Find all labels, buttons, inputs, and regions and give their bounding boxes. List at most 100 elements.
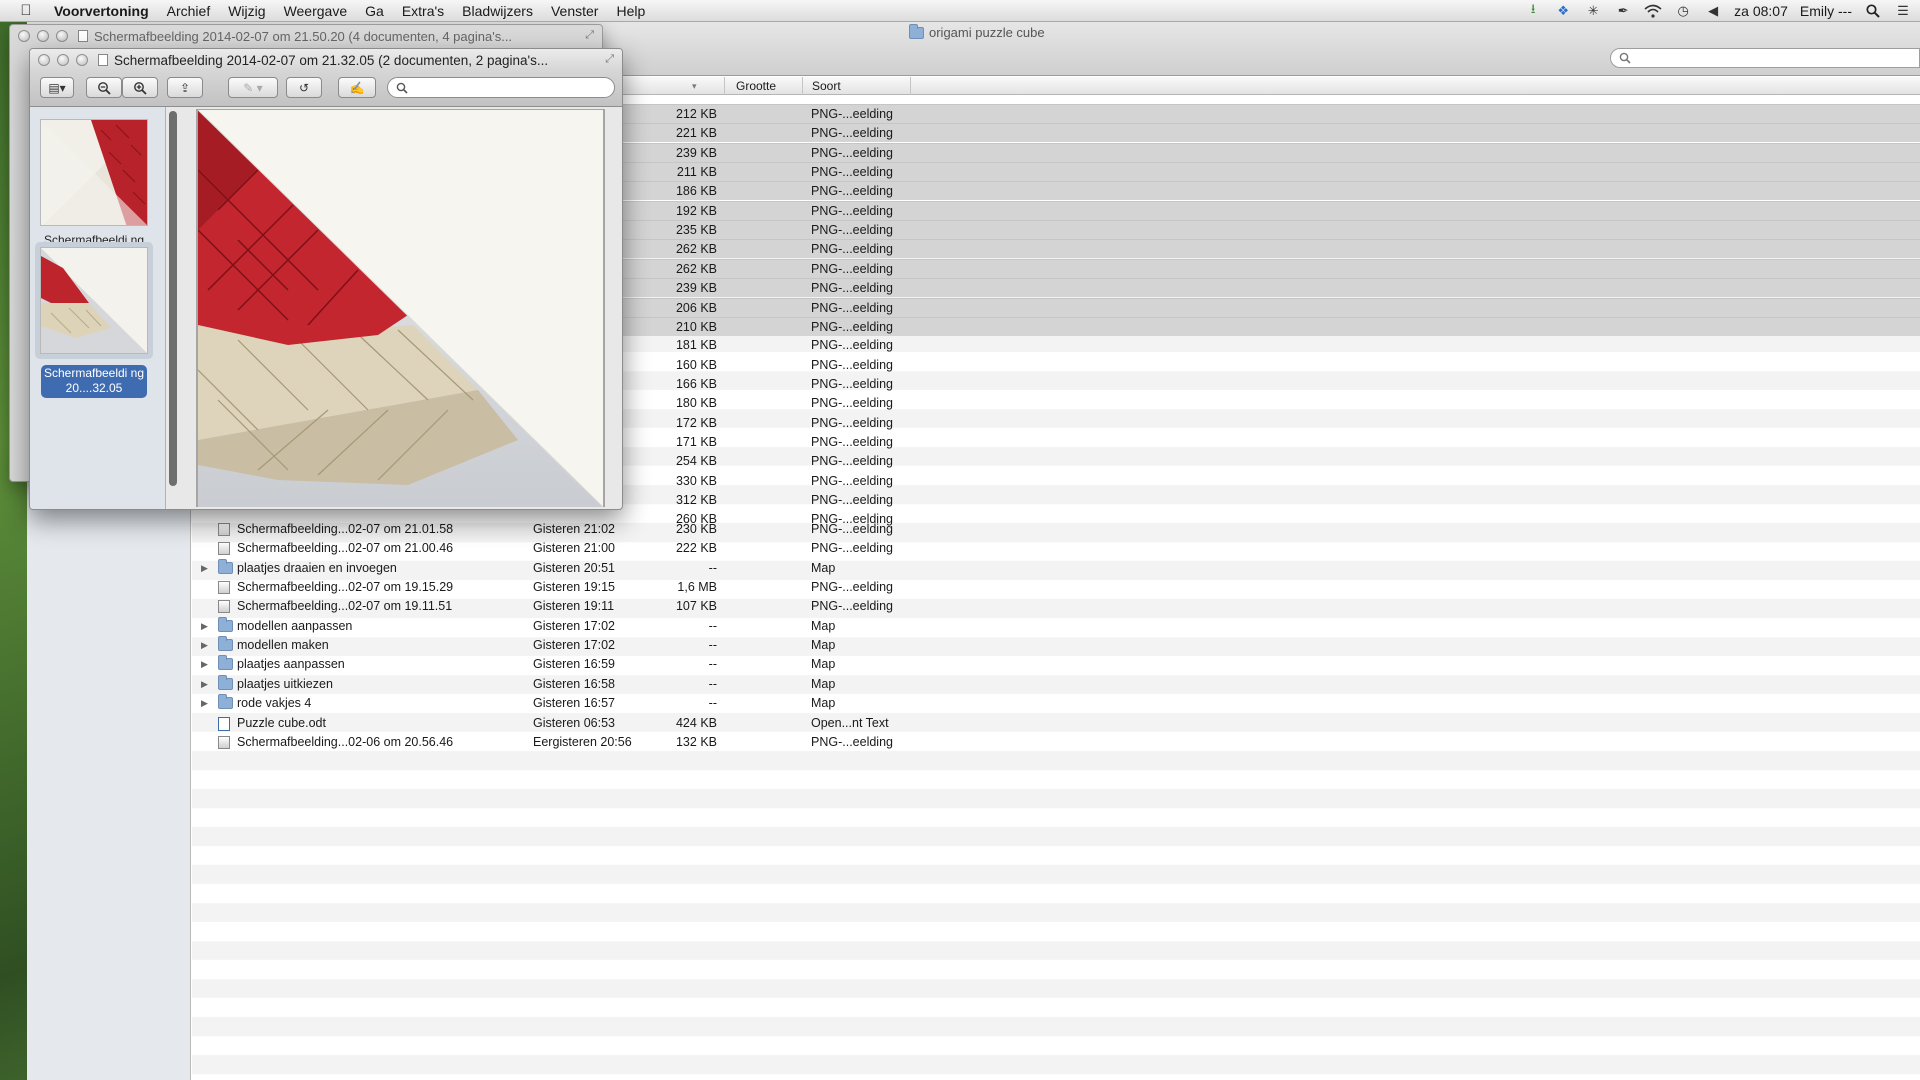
- image-file-icon: [218, 735, 230, 749]
- download-status-icon[interactable]: ⭳: [1524, 1, 1542, 19]
- menu-app[interactable]: Voorvertoning: [52, 3, 158, 19]
- file-row[interactable]: Schermafbeelding...02-07 om 21.01.58 Gist…: [192, 520, 1920, 539]
- thumbnail-2-label[interactable]: Schermafbeeldi ng 20....32.05: [41, 365, 147, 398]
- disclosure-triangle-icon[interactable]: ▶: [201, 679, 208, 690]
- file-name: Schermafbeelding...02-07 om 21.00.46: [237, 541, 454, 556]
- file-name: Schermafbeelding...02-07 om 21.01.58: [237, 522, 454, 536]
- fullscreen-icon[interactable]: ⤢: [605, 53, 614, 66]
- image-file-icon: [218, 523, 230, 536]
- share-button[interactable]: ⇪: [167, 77, 203, 98]
- zoom-out-icon: [98, 81, 111, 95]
- file-kind: PNG-...eelding: [811, 580, 893, 595]
- menubar-clock[interactable]: za 08:07: [1734, 3, 1788, 19]
- file-name: rode vakjes 4: [237, 696, 312, 711]
- document-icon: [218, 716, 230, 731]
- zoom-in-button[interactable]: [122, 77, 158, 98]
- close-button[interactable]: [18, 30, 30, 42]
- edit-icon: ✍: [349, 80, 365, 95]
- bluetooth-icon[interactable]: ✳: [1584, 3, 1602, 19]
- spotlight-search-icon[interactable]: [1864, 3, 1882, 19]
- menu-ga[interactable]: Ga: [356, 3, 393, 19]
- preview-front-titlebar[interactable]: Schermafbeelding 2014-02-07 om 21.32.05 …: [30, 49, 622, 71]
- rotate-button[interactable]: ↺: [286, 77, 322, 98]
- zoom-in-icon: [134, 81, 147, 95]
- close-button[interactable]: [38, 54, 50, 66]
- preview-front-title: Schermafbeelding 2014-02-07 om 21.32.05 …: [114, 52, 549, 68]
- file-row[interactable]: Schermafbeelding...02-06 om 20.56.46 Eerg…: [192, 733, 1920, 752]
- menu-bar:  Voorvertoning Archief Wijzig Weergave …: [0, 0, 1920, 22]
- disclosure-triangle-icon[interactable]: ▶: [201, 640, 208, 651]
- fullscreen-icon[interactable]: ⤢: [585, 29, 594, 42]
- file-row[interactable]: Schermafbeelding...02-07 om 19.15.29 Gist…: [192, 578, 1920, 597]
- file-row[interactable]: Puzzle cube.odt Gisteren 06:53 424 KB Open.…: [192, 714, 1920, 733]
- pin-icon[interactable]: ✒: [1614, 3, 1632, 19]
- menu-venster[interactable]: Venster: [542, 3, 607, 19]
- file-kind: PNG-...eelding: [811, 376, 893, 391]
- preview-back-titlebar[interactable]: Schermafbeelding 2014-02-07 om 21.50.20 …: [10, 25, 602, 47]
- file-kind: PNG-...eelding: [811, 454, 893, 469]
- file-kind: PNG-...eelding: [811, 203, 893, 218]
- menu-extras[interactable]: Extra's: [393, 3, 453, 19]
- file-kind: PNG-...eelding: [811, 126, 893, 141]
- menu-bladwijzers[interactable]: Bladwijzers: [453, 3, 542, 19]
- folder-row[interactable]: ▶ plaatjes aanpassen Gisteren 16:59 -- Map: [192, 655, 1920, 674]
- markup-pen-button[interactable]: ✎ ▾: [228, 77, 278, 98]
- file-kind: PNG-...eelding: [811, 338, 893, 353]
- sidebar-view-icon: ▤▾: [48, 80, 66, 95]
- zoom-out-button[interactable]: [86, 77, 122, 98]
- image-file-icon: [218, 581, 230, 595]
- thumbnail-2[interactable]: [40, 247, 148, 354]
- dropbox-icon[interactable]: ❖: [1554, 3, 1572, 19]
- zoom-button[interactable]: [56, 30, 68, 42]
- sidebar-view-button[interactable]: ▤▾: [40, 77, 74, 98]
- disclosure-triangle-icon[interactable]: ▶: [201, 698, 208, 709]
- sort-indicator-icon[interactable]: ▾: [692, 81, 697, 92]
- apple-menu-icon[interactable]: : [0, 2, 52, 19]
- menu-weergave[interactable]: Weergave: [275, 3, 357, 19]
- menu-archief[interactable]: Archief: [158, 3, 220, 19]
- folder-row[interactable]: ▶ modellen aanpassen Gisteren 17:02 -- Map: [192, 616, 1920, 636]
- menu-help[interactable]: Help: [607, 3, 654, 19]
- disclosure-triangle-icon[interactable]: ▶: [201, 659, 208, 670]
- column-header-kind[interactable]: Soort: [812, 79, 841, 93]
- thumbnail-1[interactable]: [40, 119, 148, 226]
- file-name: modellen maken: [237, 638, 329, 653]
- file-kind: PNG-...eelding: [811, 493, 893, 507]
- folder-row[interactable]: ▶ plaatjes draaien en invoegen Gisteren 20…: [192, 558, 1920, 578]
- file-name: Puzzle cube.odt: [237, 715, 326, 730]
- zoom-button[interactable]: [76, 54, 88, 66]
- menubar-user[interactable]: Emily ---: [1800, 3, 1852, 19]
- file-kind: PNG-...eelding: [811, 473, 893, 488]
- edit-toolbar-button[interactable]: ✍: [338, 77, 376, 98]
- folder-icon: [218, 674, 233, 690]
- thumbnail-scrollbar[interactable]: [169, 111, 177, 486]
- folder-row[interactable]: ▶ rode vakjes 4 Gisteren 16:57 -- Map: [192, 694, 1920, 713]
- file-size: 222 KB: [675, 541, 717, 556]
- pen-icon: ✎ ▾: [243, 80, 263, 95]
- disclosure-triangle-icon[interactable]: ▶: [201, 621, 208, 632]
- minimize-button[interactable]: [37, 30, 49, 42]
- disclosure-triangle-icon[interactable]: ▶: [201, 563, 208, 574]
- volume-icon[interactable]: ◀: [1704, 3, 1722, 19]
- folder-row[interactable]: ▶ modellen maken Gisteren 17:02 -- Map: [192, 636, 1920, 655]
- menu-wijzig[interactable]: Wijzig: [219, 3, 274, 19]
- column-header-size[interactable]: Grootte: [736, 79, 776, 93]
- file-row[interactable]: Schermafbeelding...02-07 om 21.00.46 Gist…: [192, 539, 1920, 558]
- document-icon: [78, 30, 88, 42]
- file-kind: Map: [811, 676, 836, 691]
- wifi-icon[interactable]: [1644, 3, 1662, 19]
- folder-icon: [218, 655, 233, 671]
- file-name: Schermafbeelding...02-06 om 20.56.46: [237, 734, 454, 749]
- file-kind: Map: [811, 657, 836, 672]
- finder-search-field[interactable]: [1610, 48, 1920, 68]
- minimize-button[interactable]: [57, 54, 69, 66]
- rotate-icon: ↺: [298, 80, 310, 95]
- preview-window-front[interactable]: Schermafbeelding 2014-02-07 om 21.32.05 …: [29, 48, 623, 510]
- time-machine-icon[interactable]: ◷: [1674, 3, 1692, 19]
- notification-center-icon[interactable]: ☰: [1894, 3, 1912, 19]
- file-kind: PNG-...eelding: [811, 261, 893, 276]
- file-size: 1,6 MB: [677, 580, 717, 595]
- preview-search-input[interactable]: [387, 77, 615, 98]
- file-row[interactable]: Schermafbeelding...02-07 om 19.11.51 Gist…: [192, 597, 1920, 616]
- folder-row[interactable]: ▶ plaatjes uitkiezen Gisteren 16:58 -- Map: [192, 674, 1920, 694]
